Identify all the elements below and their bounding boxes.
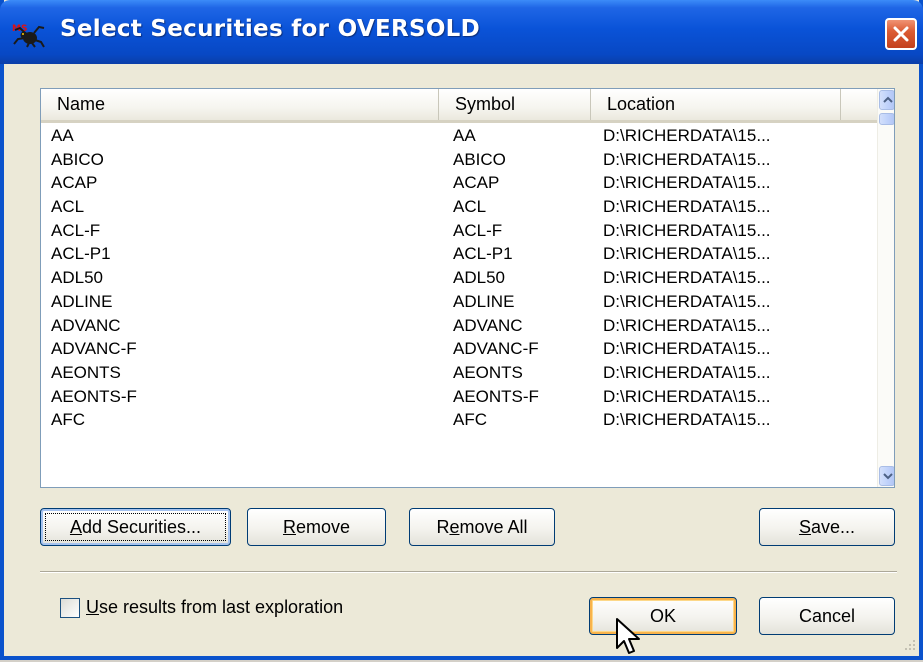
table-row[interactable]: ADVANC ADVANC D:\RICHERDATA\15... [41, 313, 877, 337]
dialog-window: MS Select Securities for OVERSOLD Name S… [0, 0, 923, 660]
table-row[interactable]: ADVANC-F ADVANC-F D:\RICHERDATA\15... [41, 336, 877, 360]
cell-symbol: AEONTS [453, 362, 523, 382]
remove-button[interactable]: Remove [247, 508, 386, 546]
table-row[interactable]: ADL50 ADL50 D:\RICHERDATA\15... [41, 265, 877, 289]
cell-location: D:\RICHERDATA\15... [603, 410, 771, 430]
save-button[interactable]: Save... [759, 508, 895, 546]
table-row[interactable]: ABICO ABICO D:\RICHERDATA\15... [41, 147, 877, 171]
scroll-up-button[interactable] [879, 90, 894, 110]
cell-symbol: ADVANC-F [453, 339, 539, 359]
column-header-symbol[interactable]: Symbol [439, 89, 591, 120]
securities-list[interactable]: Name Symbol Location AA AA D:\RICHERDATA\1… [40, 88, 895, 488]
list-rows: AA AA D:\RICHERDATA\15... ABICO ABICO D:\RICH… [41, 123, 877, 431]
table-row[interactable]: AEONTS AEONTS D:\RICHERDATA\15... [41, 360, 877, 384]
add-securities-mnemonic: A [69, 517, 82, 537]
cell-location: D:\RICHERDATA\15... [603, 197, 771, 217]
add-securities-button[interactable]: Add Securities... [40, 508, 231, 546]
cancel-button[interactable]: Cancel [759, 597, 895, 635]
cell-location: D:\RICHERDATA\15... [603, 173, 771, 193]
column-header-location[interactable]: Location [591, 89, 841, 120]
cell-symbol: AA [453, 126, 476, 145]
cell-location: D:\RICHERDATA\15... [603, 149, 771, 169]
vertical-scrollbar[interactable] [877, 89, 894, 487]
cell-symbol: ABICO [453, 149, 506, 169]
dialog-title: Select Securities for OVERSOLD [60, 16, 481, 42]
remove-mnemonic: R [282, 517, 296, 537]
cell-name: AA [51, 126, 74, 145]
cell-location: D:\RICHERDATA\15... [603, 339, 771, 359]
separator [40, 571, 897, 573]
cell-symbol: ADVANC [453, 315, 523, 335]
cell-name: ACAP [51, 173, 98, 193]
use-last-exploration-text: se results from last exploration [99, 597, 344, 617]
close-button[interactable] [885, 18, 917, 50]
cell-name: AEONTS-F [51, 386, 137, 406]
table-row[interactable]: AFC AFC D:\RICHERDATA\15... [41, 407, 877, 431]
cell-symbol: ADL50 [453, 268, 505, 288]
table-row[interactable]: ACAP ACAP D:\RICHERDATA\15... [41, 170, 877, 194]
table-row[interactable]: ACL ACL D:\RICHERDATA\15... [41, 194, 877, 218]
cell-symbol: ACAP [453, 173, 500, 193]
cell-name: ADVANC [51, 315, 121, 335]
cell-name: ACL [51, 197, 85, 217]
use-last-exploration-mnemonic: U [86, 597, 99, 617]
cell-symbol: ACL-P1 [453, 244, 513, 264]
cell-location: D:\RICHERDATA\15... [603, 220, 771, 240]
cell-name: AFC [51, 410, 85, 430]
cell-name: ADLINE [51, 291, 113, 311]
list-header: Name Symbol Location [41, 89, 877, 123]
use-last-exploration-checkbox[interactable] [60, 598, 80, 618]
resize-grip-icon[interactable] [901, 636, 917, 657]
table-row[interactable]: ADLINE ADLINE D:\RICHERDATA\15... [41, 289, 877, 313]
column-header-filler [841, 89, 877, 120]
spider-app-icon: MS [12, 22, 46, 48]
save-mnemonic: S [798, 517, 811, 537]
remove-all-mnemonic: e [449, 517, 460, 537]
column-header-name[interactable]: Name [41, 89, 439, 120]
cell-name: ADL50 [51, 268, 103, 288]
table-row[interactable]: ACL-P1 ACL-P1 D:\RICHERDATA\15... [41, 241, 877, 265]
table-row[interactable]: ACL-F ACL-F D:\RICHERDATA\15... [41, 218, 877, 242]
cell-symbol: ADLINE [453, 291, 515, 311]
use-last-exploration-label[interactable]: Use results from last exploration [86, 597, 343, 618]
cell-location: D:\RICHERDATA\15... [603, 315, 771, 335]
mouse-cursor-icon [615, 617, 643, 662]
add-securities-label: dd Securities... [81, 517, 202, 537]
save-label: ave... [810, 517, 856, 537]
cell-symbol: ACL [453, 197, 487, 217]
cell-name: ADVANC-F [51, 339, 137, 359]
remove-all-button[interactable]: Remove All [409, 508, 555, 546]
title-bar[interactable]: MS Select Securities for OVERSOLD [0, 0, 923, 64]
cell-location: D:\RICHERDATA\15... [603, 244, 771, 264]
cell-name: ABICO [51, 149, 104, 169]
scroll-down-button[interactable] [879, 466, 894, 486]
remove-all-label: move All [459, 517, 528, 537]
cell-location: D:\RICHERDATA\15... [603, 268, 771, 288]
cell-location: D:\RICHERDATA\15... [603, 362, 771, 382]
cell-symbol: ACL-F [453, 220, 503, 240]
cell-symbol: AFC [453, 410, 487, 430]
cell-symbol: AEONTS-F [453, 386, 539, 406]
cell-location: D:\RICHERDATA\15... [603, 291, 771, 311]
ok-button[interactable]: OK [589, 597, 737, 635]
table-row[interactable]: AEONTS-F AEONTS-F D:\RICHERDATA\15... [41, 384, 877, 408]
table-row[interactable]: AA AA D:\RICHERDATA\15... [41, 123, 877, 147]
cell-name: AEONTS [51, 362, 121, 382]
cell-name: ACL-F [51, 220, 101, 240]
remove-all-label-pre: R [436, 517, 450, 537]
cell-location: D:\RICHERDATA\15... [603, 386, 771, 406]
scroll-thumb[interactable] [879, 113, 894, 125]
cell-name: ACL-P1 [51, 244, 111, 264]
cell-location: D:\RICHERDATA\15... [603, 126, 771, 145]
remove-label: emove [295, 517, 351, 537]
